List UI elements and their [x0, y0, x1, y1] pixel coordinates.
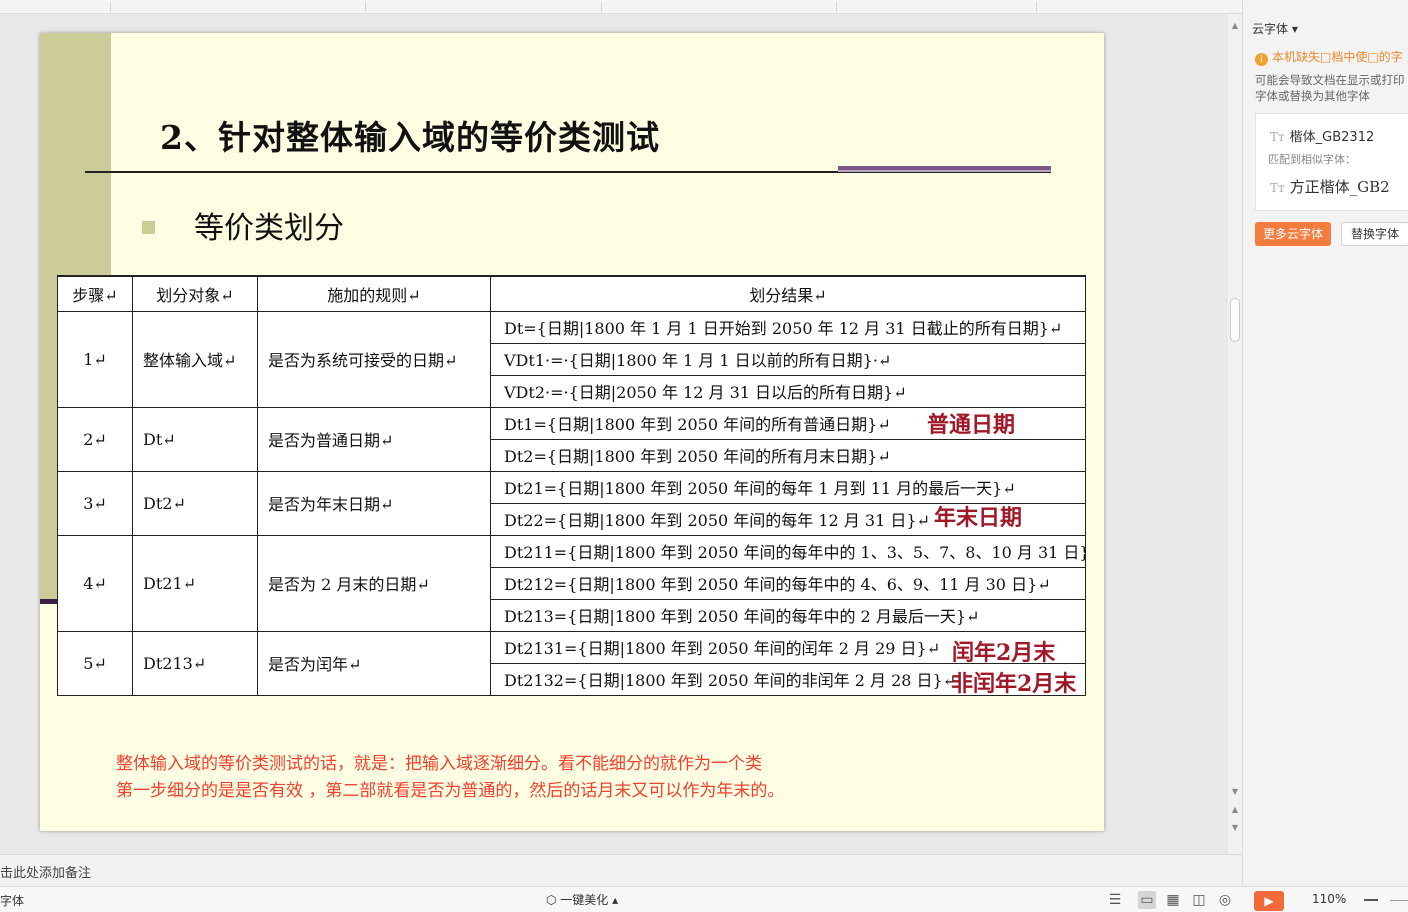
step-cell: 2↵ [57, 406, 133, 472]
zoom-level[interactable]: 110% [1312, 892, 1346, 906]
target-cell: Dt2↵ [132, 470, 258, 536]
cloud-font-panel: 云字体 ▾ i 本机缺失□档中使□的字 可能会导致文档在显示或打印 字体或替换为其… [1242, 0, 1408, 886]
rule-cell: 是否为年末日期↵ [257, 470, 491, 536]
header-step: 步骤↵ [57, 275, 133, 312]
font-type-icon: Tт [1270, 181, 1285, 195]
status-bar: 字体 ⬡ 一键美化 ▴ ☰ ▭ ▦ ◫ ◎ ▶ 110% [0, 886, 1408, 912]
missing-font-name: Tт 楷体_GB2312 [1270, 126, 1374, 145]
annotation-leap-feb-end[interactable]: 闰年2月末 [952, 635, 1055, 667]
header-target: 划分对象↵ [132, 275, 258, 312]
annotation-normal-date[interactable]: 普通日期 [927, 407, 1015, 439]
slide-note-line[interactable]: 第一步细分的是是否有效 ，第二部就看是否为普通的，然后的话月末又可以作为年末的。 [116, 776, 784, 801]
rule-cell: 是否为普通日期↵ [257, 406, 491, 472]
bullet-square-icon [142, 221, 155, 234]
notes-toggle-icon[interactable]: ☰ [1106, 891, 1124, 909]
target-cell: Dt213↵ [132, 630, 258, 696]
table-header-row: 步骤↵ 划分对象↵ 施加的规则↵ 划分结果↵ [57, 275, 1086, 312]
step-cell: 3↵ [57, 470, 133, 536]
warning-description: 可能会导致文档在显示或打印 字体或替换为其他字体 [1255, 72, 1405, 104]
zoom-out-icon[interactable] [1364, 899, 1378, 901]
bullet-heading[interactable]: 等价类划分 [194, 203, 344, 247]
result-cell: Dt213={日期|1800 年到 2050 年间的每年中的 2 月最后一天}↵ [490, 598, 1086, 632]
header-result: 划分结果↵ [490, 275, 1086, 312]
ruler-tick [601, 2, 602, 12]
title-divider-accent [838, 166, 1051, 172]
play-slideshow-button[interactable]: ▶ [1254, 891, 1284, 911]
panel-title-text: 云字体 [1252, 22, 1289, 36]
font-match-card[interactable]: Tт 楷体_GB2312 匹配到相似字体： Tт 方正楷体_GB2 [1255, 113, 1408, 211]
step-cell: 4↵ [57, 534, 133, 632]
replace-font-button[interactable]: 替换字体 [1341, 222, 1408, 246]
chevron-up-icon: ▴ [608, 893, 619, 907]
panel-title[interactable]: 云字体 ▾ [1252, 20, 1298, 37]
table-row: 5↵ Dt213↵ 是否为闰年↵ Dt2131={日期|1800 年到 2050… [57, 630, 1086, 696]
slide-accent-mark [40, 599, 58, 604]
step-cell: 5↵ [57, 630, 133, 696]
more-cloud-fonts-button[interactable]: 更多云字体 [1255, 222, 1331, 246]
matched-font-label: 方正楷体_GB2 [1289, 178, 1390, 196]
missing-font-label: 楷体_GB2312 [1289, 130, 1375, 145]
info-icon: i [1255, 53, 1268, 66]
result-cell: Dt21={日期|1800 年到 2050 年间的每年 1 月到 11 月的最后… [490, 470, 1086, 504]
rule-cell: 是否为闰年↵ [257, 630, 491, 696]
font-type-icon: Tт [1270, 130, 1285, 144]
matched-label: 匹配到相似字体： [1268, 153, 1356, 166]
equivalence-class-table[interactable]: 步骤↵ 划分对象↵ 施加的规则↵ 划分结果↵ 1↵ 整体输入域↵ 是否为系统可接… [57, 275, 1086, 696]
target-cell: 整体输入域↵ [132, 310, 258, 408]
table-row: 4↵ Dt21↵ 是否为 2 月末的日期↵ Dt211={日期|1800 年到 … [57, 534, 1086, 632]
description-line: 可能会导致文档在显示或打印 [1255, 73, 1405, 87]
ruler-tick [365, 2, 366, 12]
step-cell: 1↵ [57, 310, 133, 408]
target-cell: Dt↵ [132, 406, 258, 472]
beautify-label: 一键美化 [560, 893, 609, 907]
target-cell: Dt21↵ [132, 534, 258, 632]
slide-title[interactable]: 2、针对整体输入域的等价类测试 [160, 111, 660, 159]
slide-sorter-icon[interactable]: ▦ [1164, 891, 1182, 909]
slide-canvas[interactable]: 2、针对整体输入域的等价类测试 等价类划分 步骤↵ 划分对象↵ 施加的规则↵ 划… [40, 33, 1104, 831]
vertical-scrollbar[interactable]: ▲ ▼ ▲ ▼ [1228, 14, 1242, 854]
scrollbar-thumb[interactable] [1230, 298, 1240, 342]
result-cell: Dt={日期|1800 年 1 月 1 日开始到 2050 年 12 月 31 … [490, 310, 1086, 344]
rule-cell: 是否为系统可接受的日期↵ [257, 310, 491, 408]
chevron-down-icon: ▾ [1291, 22, 1298, 36]
presenter-view-icon[interactable]: ◎ [1216, 891, 1234, 909]
description-line: 字体或替换为其他字体 [1255, 89, 1370, 103]
ruler-tick [110, 2, 111, 12]
result-cell: Dt2={日期|1800 年到 2050 年间的所有月末日期}↵ [490, 438, 1086, 472]
header-rule: 施加的规则↵ [257, 275, 491, 312]
slide-note-line[interactable]: 整体输入域的等价类测试的话，就是：把输入域逐渐细分。看不能细分的就作为一个类 [116, 749, 762, 774]
prev-page-icon[interactable]: ▲ [1228, 804, 1242, 816]
result-cell: VDt2·=·{日期|2050 年 12 月 31 日以后的所有日期}↵ [490, 374, 1086, 408]
annotation-nonleap-feb-end[interactable]: 非闰年2月末 [951, 666, 1076, 698]
rule-cell: 是否为 2 月末的日期↵ [257, 534, 491, 632]
result-cell: VDt1·=·{日期|1800 年 1 月 1 日以前的所有日期}·↵ [490, 342, 1086, 376]
table-row: 3↵ Dt2↵ 是否为年末日期↵ Dt21={日期|1800 年到 2050 年… [57, 470, 1086, 536]
table-row: 1↵ 整体输入域↵ 是否为系统可接受的日期↵ Dt={日期|1800 年 1 月… [57, 310, 1086, 408]
annotation-year-end[interactable]: 年末日期 [934, 500, 1022, 532]
result-cell: Dt212={日期|1800 年到 2050 年间的每年中的 4、6、9、11 … [490, 566, 1086, 600]
beautify-button[interactable]: ⬡ 一键美化 ▴ [546, 891, 618, 908]
matched-font-name[interactable]: Tт 方正楷体_GB2 [1270, 176, 1390, 197]
font-status-label[interactable]: 字体 [0, 892, 24, 909]
result-cell: Dt211={日期|1800 年到 2050 年间的每年中的 1、3、5、7、8… [490, 534, 1086, 568]
notes-placeholder[interactable]: 击此处添加备注 [0, 862, 91, 881]
scroll-up-icon[interactable]: ▲ [1228, 20, 1242, 32]
next-page-icon[interactable]: ▼ [1228, 822, 1242, 834]
ruler-tick [1036, 2, 1037, 12]
scroll-down-icon[interactable]: ▼ [1228, 786, 1242, 798]
play-icon: ▶ [1264, 894, 1274, 908]
speaker-notes-area[interactable]: 击此处添加备注 [0, 854, 1242, 886]
zoom-slider[interactable] [1390, 900, 1408, 901]
ruler-tick [836, 2, 837, 12]
missing-font-warning: i 本机缺失□档中使□的字 [1255, 48, 1403, 66]
reading-view-icon[interactable]: ◫ [1190, 891, 1208, 909]
warning-text: 本机缺失□档中使□的字 [1272, 50, 1403, 64]
horizontal-ruler [0, 0, 1242, 14]
normal-view-icon[interactable]: ▭ [1138, 891, 1156, 909]
beautify-icon: ⬡ [546, 893, 561, 907]
